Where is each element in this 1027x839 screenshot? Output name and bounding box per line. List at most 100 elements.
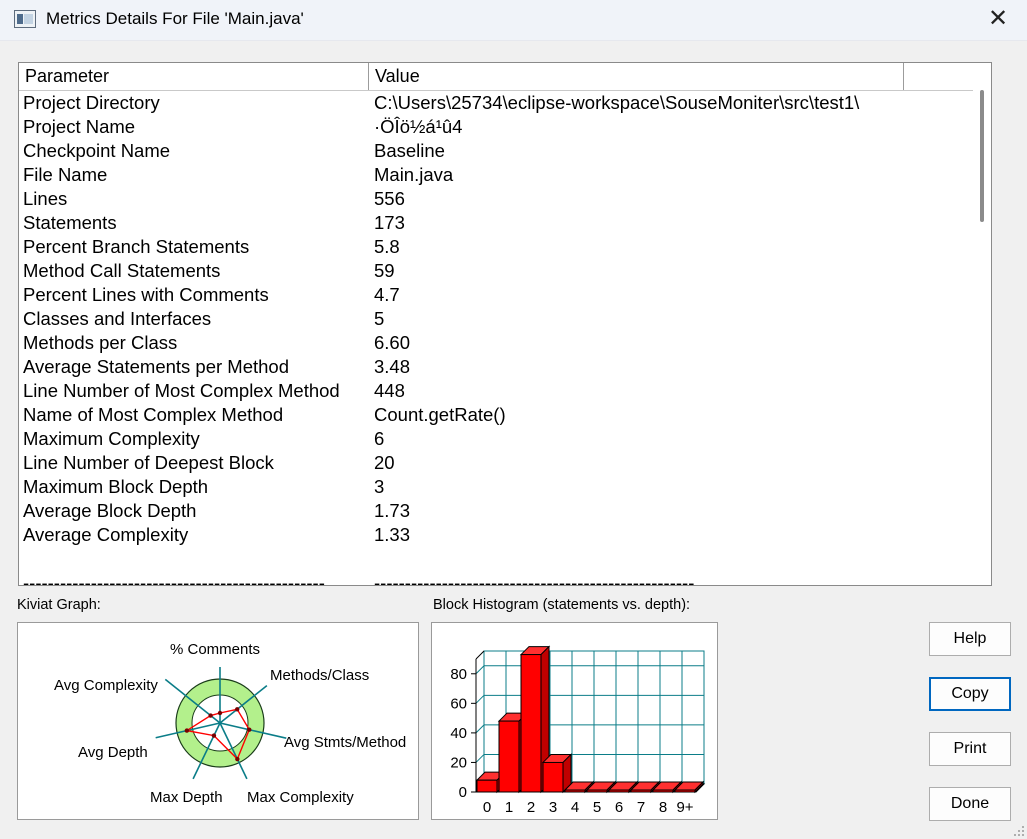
histogram-y-tick-label: 60 — [450, 695, 467, 712]
parameter-cell: Method Call Statements — [23, 260, 221, 281]
histogram-bar — [542, 761, 564, 793]
value-cell: 4.7 — [374, 284, 400, 305]
kiviat-graph: % Comments Methods/Class Avg Stmts/Method M… — [54, 641, 406, 806]
value-cell: Main.java — [374, 164, 454, 185]
value-cell: 6.60 — [374, 332, 411, 353]
print-button[interactable]: Print — [929, 732, 1011, 766]
resize-grip-icon[interactable] — [1011, 823, 1025, 837]
histogram-y-tick-label: 0 — [459, 784, 467, 801]
histogram-bar — [476, 779, 498, 793]
close-button[interactable]: ✕ — [969, 0, 1027, 40]
kiviat-axis-label: Max Complexity — [247, 789, 354, 806]
value-cell: 6 — [374, 428, 385, 449]
histogram-x-tick-label: 0 — [483, 799, 491, 816]
kiviat-axis-label: Avg Depth — [78, 744, 148, 761]
histogram-bar — [630, 789, 652, 793]
parameter-cell: Maximum Block Depth — [23, 476, 209, 497]
table-row[interactable]: File Name Main.java — [19, 163, 991, 187]
histogram-x-tick-label: 6 — [615, 799, 623, 816]
parameter-cell: Project Directory — [23, 92, 160, 113]
table-row[interactable]: Average Complexity 1.33 — [19, 523, 991, 547]
parameter-cell: Average Block Depth — [23, 500, 197, 521]
value-cell: 1.73 — [374, 500, 411, 521]
vertical-scrollbar[interactable] — [973, 90, 991, 585]
app-icon — [14, 10, 36, 28]
parameter-cell: Maximum Complexity — [23, 428, 200, 449]
histogram-x-tick-label: 4 — [571, 799, 579, 816]
table-row[interactable]: Project Name ·ÖÎö½á¹û4 — [19, 115, 991, 139]
parameter-cell: Average Complexity — [23, 524, 189, 545]
kiviat-axis-label: Max Depth — [150, 789, 223, 806]
table-row[interactable]: Percent Branch Statements 5.8 — [19, 235, 991, 259]
histogram-bar — [674, 789, 696, 793]
kiviat-point — [184, 728, 190, 733]
table-row[interactable]: Name of Most Complex Method Count.getRate… — [19, 403, 991, 427]
block-histogram: 0204060800 1 2 3 4 5 6 7 8 9+ — [450, 645, 706, 816]
done-button[interactable]: Done — [929, 787, 1011, 821]
histogram-gridline-depth — [475, 665, 485, 675]
kiviat-axis-label: Methods/Class — [270, 667, 369, 684]
kiviat-graph-label: Kiviat Graph: — [17, 597, 101, 613]
histogram-bar — [652, 789, 674, 793]
value-cell: 1.33 — [374, 524, 411, 545]
histogram-x-tick-label: 3 — [549, 799, 557, 816]
parameter-cell: Classes and Interfaces — [23, 308, 212, 329]
histogram-y-tick-label: 80 — [450, 666, 467, 683]
table-row[interactable]: Line Number of Most Complex Method 448 — [19, 379, 991, 403]
table-row[interactable]: Maximum Complexity 6 — [19, 427, 991, 451]
table-row[interactable]: Classes and Interfaces 5 — [19, 307, 991, 331]
metrics-table[interactable]: Parameter Value Project Directory C:\User… — [18, 62, 992, 586]
parameter-cell: Line Number of Deepest Block — [23, 452, 274, 473]
value-cell: 59 — [374, 260, 395, 281]
column-header-value[interactable]: Value — [369, 63, 904, 90]
histogram-bar — [586, 789, 608, 793]
value-cell: 3 — [374, 476, 385, 497]
value-cell: ·ÖÎö½á¹û4 — [374, 116, 463, 137]
scrollbar-thumb[interactable] — [980, 90, 984, 222]
value-cell: 5.8 — [374, 236, 400, 257]
table-row[interactable]: Percent Lines with Comments 4.7 — [19, 283, 991, 307]
table-header: Parameter Value — [19, 63, 991, 91]
copy-button[interactable]: Copy — [929, 677, 1011, 711]
table-row[interactable]: Line Number of Deepest Block 20 — [19, 451, 991, 475]
table-row[interactable]: Average Statements per Method 3.48 — [19, 355, 991, 379]
histogram-gridline-depth — [475, 754, 485, 763]
parameter-cell: Percent Branch Statements — [23, 236, 250, 257]
table-row[interactable]: Method Call Statements 59 — [19, 259, 991, 283]
table-row[interactable]: Maximum Block Depth 3 — [19, 475, 991, 499]
histogram-y-tick-label: 20 — [450, 754, 467, 771]
histogram-x-tick-label: 9+ — [676, 799, 693, 816]
table-row[interactable]: Project Directory C:\Users\25734\eclipse-… — [19, 91, 991, 115]
value-cell — [374, 547, 934, 571]
value-cell: 5 — [374, 308, 385, 329]
histogram-bar — [520, 654, 542, 793]
histogram-gridline-depth — [475, 724, 485, 734]
table-row[interactable]: ----------------------------------------… — [19, 571, 991, 586]
value-cell: Baseline — [374, 140, 445, 161]
kiviat-point — [208, 713, 213, 718]
parameter-cell: ----------------------------------------… — [23, 572, 325, 586]
kiviat-point — [217, 710, 223, 716]
window-title: Metrics Details For File 'Main.java' — [46, 9, 304, 28]
kiviat-axis-label: Avg Complexity — [54, 677, 158, 694]
help-button[interactable]: Help — [929, 622, 1011, 656]
histogram-x-tick-label: 1 — [505, 799, 513, 816]
table-row[interactable]: Average Block Depth 1.73 — [19, 499, 991, 523]
block-histogram-panel: 0 20 40 60 80 0 1 2 3 4 5 6 7 8 9+ — [431, 622, 718, 820]
parameter-cell: Name of Most Complex Method — [23, 404, 284, 425]
table-row[interactable]: Methods per Class 6.60 — [19, 331, 991, 355]
column-header-parameter[interactable]: Parameter — [19, 63, 369, 90]
parameter-cell: Percent Lines with Comments — [23, 284, 269, 305]
table-row[interactable]: Statements 173 — [19, 211, 991, 235]
table-row[interactable]: Lines 556 — [19, 187, 991, 211]
column-header-extra[interactable] — [904, 63, 991, 90]
table-row[interactable] — [19, 547, 991, 571]
kiviat-point — [235, 756, 240, 762]
block-histogram-label: Block Histogram (statements vs. depth): — [433, 597, 691, 613]
kiviat-point — [211, 733, 217, 738]
title-bar: Metrics Details For File 'Main.java' ✕ — [0, 0, 1027, 41]
histogram-y-axis-top — [475, 650, 485, 660]
table-row[interactable]: Checkpoint Name Baseline — [19, 139, 991, 163]
parameter-cell: File Name — [23, 164, 108, 185]
histogram-x-tick-label: 5 — [593, 799, 601, 816]
